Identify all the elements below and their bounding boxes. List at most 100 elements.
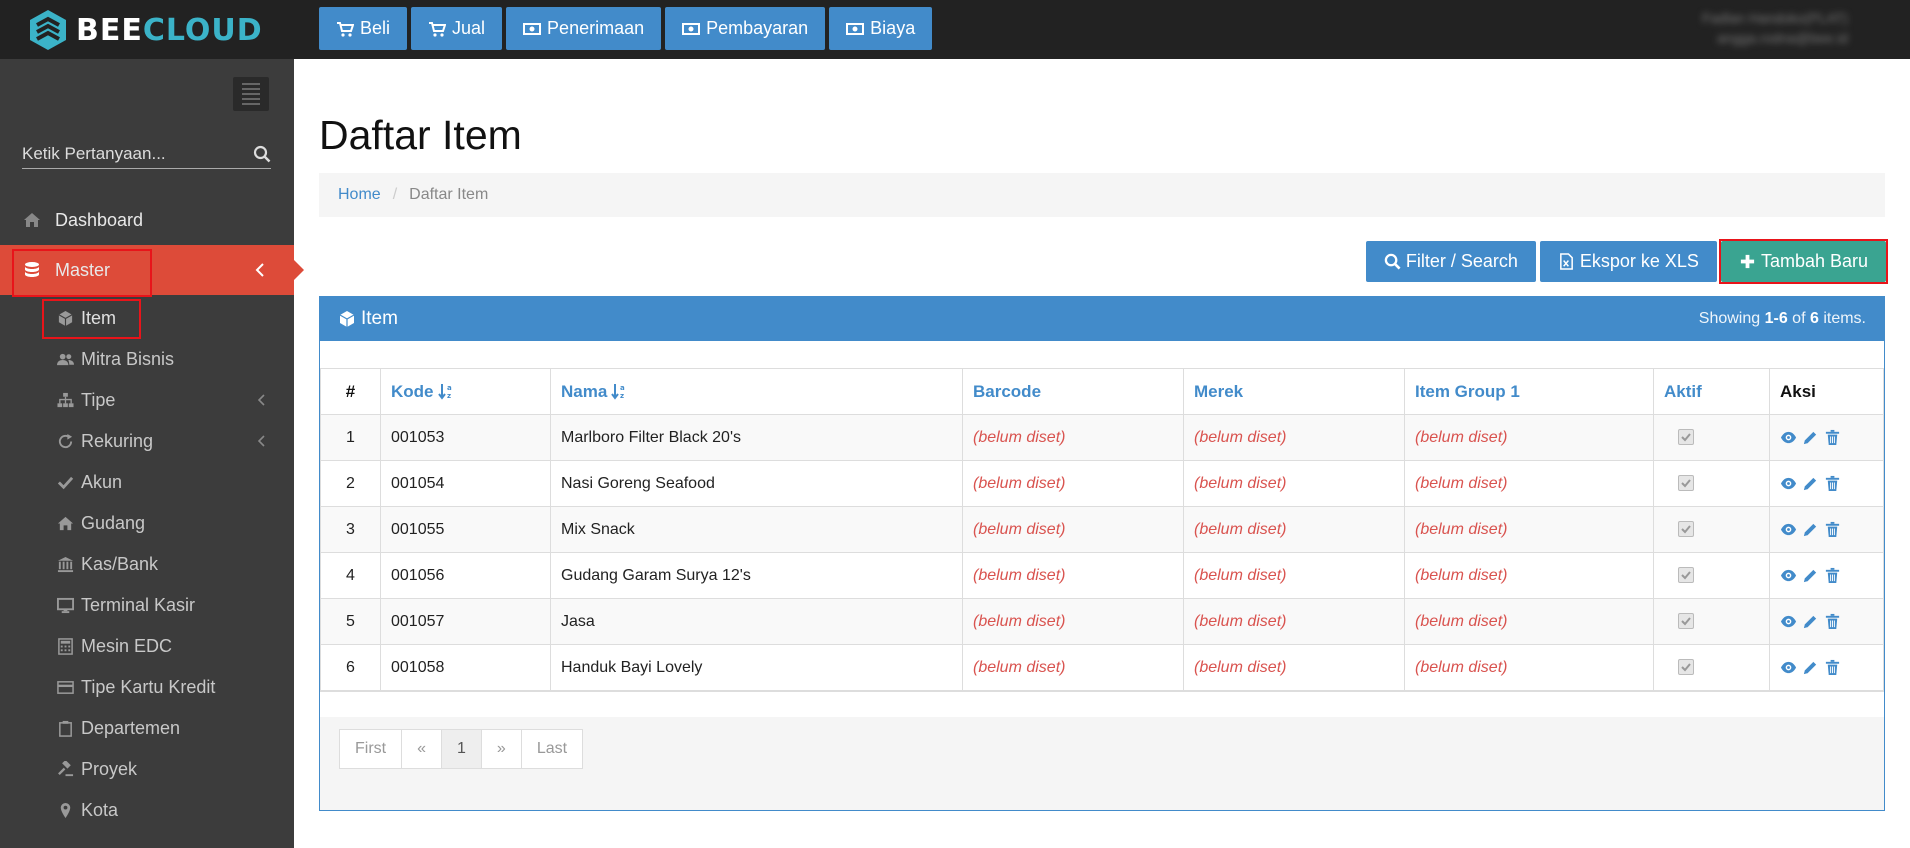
cell-number: 6 xyxy=(320,644,381,691)
cell-item-group: (belum diset) xyxy=(1404,598,1654,645)
check-icon xyxy=(57,476,73,490)
add-new-button[interactable]: Tambah Baru xyxy=(1718,239,1889,284)
check-icon xyxy=(1681,479,1691,488)
sidebar-item-kas-bank[interactable]: Kas/Bank xyxy=(0,544,294,585)
eye-icon[interactable] xyxy=(1780,475,1797,492)
sidebar-item-terminal-kasir[interactable]: Terminal Kasir xyxy=(0,585,294,626)
column-header-kode[interactable]: Kode a z xyxy=(380,368,551,415)
trash-icon[interactable] xyxy=(1824,429,1841,446)
main-content: Daftar Item Home / Daftar Item Filter / … xyxy=(294,59,1910,848)
column-header-barcode[interactable]: Barcode xyxy=(962,368,1184,415)
cell-kode: 001054 xyxy=(380,460,551,507)
sidebar-item-departemen[interactable]: Departemen xyxy=(0,708,294,749)
eye-icon[interactable] xyxy=(1780,613,1797,630)
users-icon xyxy=(56,353,74,366)
sidebar-item-mesin-edc[interactable]: Mesin EDC xyxy=(0,626,294,667)
column-header-merek[interactable]: Merek xyxy=(1183,368,1405,415)
sidebar-item-label: Master xyxy=(55,259,111,280)
cell-aksi xyxy=(1769,644,1884,691)
cell-kode: 001058 xyxy=(380,644,551,691)
sidebar-item-gudang[interactable]: Gudang xyxy=(0,503,294,544)
sidebar-toggle-button[interactable] xyxy=(233,77,269,111)
user-info[interactable]: Fadlan Handoko(PLAT) angga.rodna@bee.id xyxy=(1702,8,1848,48)
cell-merek: (belum diset) xyxy=(1183,460,1405,507)
chevron-left-icon xyxy=(257,394,265,406)
cell-aktif xyxy=(1653,414,1770,461)
check-icon xyxy=(1681,571,1691,580)
sort-alpha-icon: az xyxy=(611,383,625,400)
svg-text:z: z xyxy=(620,392,624,400)
sidebar-item-label: Proyek xyxy=(81,759,138,779)
column-header-item-group[interactable]: Item Group 1 xyxy=(1404,368,1654,415)
svg-text:z: z xyxy=(447,392,451,400)
table-row: 5 001057 Jasa (belum diset) (belum diset) (be… xyxy=(320,598,1884,645)
pencil-icon[interactable] xyxy=(1802,521,1819,538)
sidebar-item-mitra-bisnis[interactable]: Mitra Bisnis xyxy=(0,339,294,380)
eye-icon[interactable] xyxy=(1780,429,1797,446)
trash-icon[interactable] xyxy=(1824,567,1841,584)
sidebar-item-item[interactable]: Item xyxy=(0,298,294,339)
pencil-icon[interactable] xyxy=(1802,475,1819,492)
trash-icon[interactable] xyxy=(1824,659,1841,676)
pembayaran-button[interactable]: Pembayaran xyxy=(665,7,826,50)
cell-number: 2 xyxy=(320,460,381,507)
penerimaan-button[interactable]: Penerimaan xyxy=(506,7,662,50)
svg-text:a: a xyxy=(620,384,625,392)
sidebar-item-tipe[interactable]: Tipe xyxy=(0,380,294,421)
sidebar-item-label: Akun xyxy=(81,472,123,492)
search-icon[interactable] xyxy=(253,145,271,163)
beecloud-logo[interactable]: BEECLOUD xyxy=(28,8,268,52)
pencil-icon[interactable] xyxy=(1802,613,1819,630)
cell-nama: Nasi Goreng Seafood xyxy=(550,460,963,507)
pencil-icon[interactable] xyxy=(1802,659,1819,676)
cell-aktif xyxy=(1653,644,1770,691)
eye-icon[interactable] xyxy=(1780,659,1797,676)
sidebar-item-label: Terminal Kasir xyxy=(81,595,196,615)
search-input[interactable] xyxy=(22,143,237,164)
export-xls-button[interactable]: Ekspor ke XLS xyxy=(1539,241,1717,282)
table-row: 4 001056 Gudang Garam Surya 12's (belum dis… xyxy=(320,552,1884,599)
items-summary: Showing 1-6 of 6 items. xyxy=(1698,310,1866,327)
sidebar-item-label: Tipe xyxy=(81,390,116,410)
sidebar-item-label: Mitra Bisnis xyxy=(81,349,175,369)
breadcrumb-home-link[interactable]: Home xyxy=(338,186,381,204)
trash-icon[interactable] xyxy=(1824,613,1841,630)
jual-label: Jual xyxy=(452,18,486,38)
cell-aksi xyxy=(1769,552,1884,599)
eye-icon[interactable] xyxy=(1780,567,1797,584)
column-header-aktif[interactable]: Aktif xyxy=(1653,368,1770,415)
sidebar-item-akun[interactable]: Akun xyxy=(0,462,294,503)
sidebar-item-tipe-kartu-kredit[interactable]: Tipe Kartu Kredit xyxy=(0,667,294,708)
cell-aksi xyxy=(1769,460,1884,507)
jual-button[interactable]: Jual xyxy=(411,7,503,50)
sidebar-item-proyek[interactable]: Proyek xyxy=(0,749,294,790)
sidebar-item-label: Rekuring xyxy=(81,431,154,451)
filter-search-button[interactable]: Filter / Search xyxy=(1365,241,1536,282)
biaya-button[interactable]: Biaya xyxy=(829,7,933,50)
sidebar-item-label: Kas/Bank xyxy=(81,554,159,574)
sidebar-item-rekuring[interactable]: Rekuring xyxy=(0,421,294,462)
table-row: 3 001055 Mix Snack (belum diset) (belum dise… xyxy=(320,506,1884,553)
pagination-prev[interactable]: « xyxy=(401,729,443,769)
pencil-icon[interactable] xyxy=(1802,429,1819,446)
pagination-page-1[interactable]: 1 xyxy=(441,729,482,769)
cell-nama: Jasa xyxy=(550,598,963,645)
panel-footer: First « 1 » Last xyxy=(320,717,1884,810)
table-row: 6 001058 Handuk Bayi Lovely (belum diset) (b… xyxy=(320,644,1884,691)
sidebar-item-dashboard[interactable]: Dashboard xyxy=(0,195,294,245)
trash-icon[interactable] xyxy=(1824,475,1841,492)
column-header-nama[interactable]: Nama a z xyxy=(550,368,963,415)
pagination-first[interactable]: First xyxy=(339,729,403,769)
cell-merek: (belum diset) xyxy=(1183,598,1405,645)
pencil-icon[interactable] xyxy=(1802,567,1819,584)
beli-button[interactable]: Beli xyxy=(319,7,408,50)
trash-icon[interactable] xyxy=(1824,521,1841,538)
pagination-last[interactable]: Last xyxy=(520,729,584,769)
sidebar-search xyxy=(22,139,271,169)
sidebar-item-label: Dashboard xyxy=(55,209,144,230)
pagination-next[interactable]: » xyxy=(480,729,522,769)
sidebar-item-master[interactable]: Master xyxy=(0,245,304,297)
eye-icon[interactable] xyxy=(1780,521,1797,538)
sidebar-item-kota[interactable]: Kota xyxy=(0,790,294,831)
cell-merek: (belum diset) xyxy=(1183,506,1405,553)
